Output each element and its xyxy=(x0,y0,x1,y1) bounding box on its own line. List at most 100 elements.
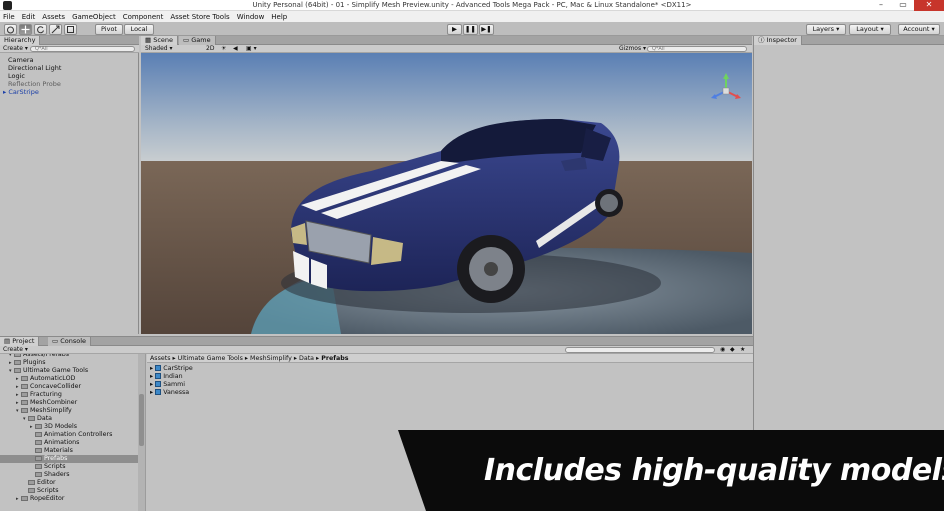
menu-edit[interactable]: Edit xyxy=(22,13,36,21)
tab-inspector[interactable]: ⓘ Inspector xyxy=(754,36,802,45)
folder-tree-item[interactable]: ▸ Plugins xyxy=(0,359,140,367)
minimize-button[interactable]: – xyxy=(870,0,892,11)
folder-tree-item[interactable]: Shaders xyxy=(0,471,140,479)
folder-tree-item[interactable]: ▸ AutomaticLOD xyxy=(0,375,140,383)
scene-icon: ▦ xyxy=(145,36,152,44)
console-icon: ▭ xyxy=(52,337,59,345)
audio-toggle-icon[interactable]: ◀ xyxy=(233,45,238,53)
file-item[interactable]: ▸ Sammi xyxy=(150,381,185,388)
project-create-dropdown[interactable]: Create ▾ xyxy=(3,346,28,354)
hierarchy-item-directional-light[interactable]: Directional Light xyxy=(8,64,61,72)
folder-tree-item[interactable]: Scripts xyxy=(0,463,140,471)
project-search-input[interactable] xyxy=(565,347,715,353)
rect-tool-icon xyxy=(67,26,74,33)
move-tool-button[interactable] xyxy=(19,24,32,35)
pivot-toggle[interactable]: Pivot xyxy=(95,24,123,35)
folder-tree-item[interactable]: ▸ RopeEditor xyxy=(0,495,140,503)
menu-gameobject[interactable]: GameObject xyxy=(72,13,116,21)
folder-icon xyxy=(21,400,28,405)
tab-scene[interactable]: ▦ Scene xyxy=(141,36,179,45)
tab-game[interactable]: ▭ Game xyxy=(179,36,216,45)
hierarchy-search-input[interactable]: Q*All xyxy=(30,46,135,52)
2d-toggle[interactable]: 2D xyxy=(206,45,214,53)
gizmos-dropdown[interactable]: Gizmos ▾ xyxy=(619,45,646,53)
folder-tree-item[interactable]: ▾ MeshSimplify xyxy=(0,407,140,415)
menu-window[interactable]: Window xyxy=(237,13,265,21)
maximize-button[interactable]: ▭ xyxy=(892,0,914,11)
scene-search-input[interactable]: Q*All xyxy=(647,46,747,52)
scene-panel: ▦ Scene ▭ Game Shaded ▾ 2D ☀ ◀ ▣ ▾ Gizmo… xyxy=(141,36,752,334)
step-button[interactable]: ▶❚ xyxy=(479,24,494,35)
lighting-toggle-icon[interactable]: ☀ xyxy=(221,45,226,53)
pause-button[interactable]: ❚❚ xyxy=(463,24,478,35)
shading-mode-label: Shaded xyxy=(145,45,168,52)
folder-tree-item[interactable]: ▸ MeshCombiner xyxy=(0,399,140,407)
folder-tree-item[interactable]: Scripts xyxy=(0,487,140,495)
folder-tree-item[interactable]: Editor xyxy=(0,479,140,487)
tab-console[interactable]: ▭ Console xyxy=(48,337,92,346)
breadcrumb-item[interactable]: Assets xyxy=(150,355,171,362)
breadcrumb-current[interactable]: Prefabs xyxy=(321,355,348,362)
hierarchy-item-carstripe[interactable]: ▸ CarStripe xyxy=(3,88,39,96)
menu-component[interactable]: Component xyxy=(123,13,164,21)
shading-mode-dropdown[interactable]: Shaded ▾ xyxy=(145,45,173,53)
menu-asset-store-tools[interactable]: Asset Store Tools xyxy=(170,13,229,21)
folder-tree-item[interactable]: ▸ Fracturing xyxy=(0,391,140,399)
folder-icon xyxy=(28,488,35,493)
favorite-icon[interactable]: ★ xyxy=(740,346,745,354)
breadcrumb-item[interactable]: Ultimate Game Tools xyxy=(178,355,243,362)
folder-icon xyxy=(28,416,35,421)
scrollbar-thumb[interactable] xyxy=(139,394,144,446)
file-item[interactable]: ▸ CarStripe xyxy=(150,365,193,372)
menu-help[interactable]: Help xyxy=(271,13,287,21)
scene-viewport[interactable] xyxy=(141,53,752,334)
rect-tool-button[interactable] xyxy=(64,24,77,35)
menu-file[interactable]: File xyxy=(3,13,15,21)
folder-tree-label: Editor xyxy=(37,479,56,486)
tab-project[interactable]: ▤ Project xyxy=(0,337,40,346)
folder-icon xyxy=(35,448,42,453)
rotate-tool-button[interactable] xyxy=(34,24,47,35)
hierarchy-item-reflection-probe[interactable]: Reflection Probe xyxy=(8,80,61,88)
filter-type-icon[interactable]: ◉ xyxy=(720,346,725,354)
layout-label: Layout xyxy=(856,25,879,33)
folder-tree-item[interactable]: ▾ Data xyxy=(0,415,140,423)
folder-icon xyxy=(21,376,28,381)
file-item[interactable]: ▸ Indian xyxy=(150,373,183,380)
folder-tree-label: Materials xyxy=(44,447,73,454)
folder-tree-item[interactable]: ▸ 3D Models xyxy=(0,423,140,431)
hand-tool-button[interactable] xyxy=(4,24,17,35)
folder-tree-item[interactable]: Animations xyxy=(0,439,140,447)
file-item-label: Sammi xyxy=(163,381,186,388)
folder-icon xyxy=(21,408,28,413)
folder-tree-label: Prefabs xyxy=(44,455,68,462)
close-button[interactable]: ✕ xyxy=(914,0,944,11)
expand-arrow-icon: ▸ xyxy=(150,389,154,396)
account-dropdown[interactable]: Account ▾ xyxy=(898,24,940,35)
play-button[interactable]: ▶ xyxy=(447,24,462,35)
layers-dropdown[interactable]: Layers ▾ xyxy=(806,24,846,35)
menu-assets[interactable]: Assets xyxy=(42,13,65,21)
filter-label-icon[interactable]: ◆ xyxy=(730,346,735,354)
hierarchy-create-dropdown[interactable]: Create ▾ xyxy=(3,45,28,53)
breadcrumb-item[interactable]: Data xyxy=(299,355,314,362)
folder-tree-label: Animations xyxy=(44,439,80,446)
folder-icon xyxy=(21,496,28,501)
tree-scrollbar[interactable] xyxy=(138,354,145,511)
layout-dropdown[interactable]: Layout ▾ xyxy=(849,24,891,35)
folder-tree-item[interactable]: Materials xyxy=(0,447,140,455)
folder-tree-item[interactable]: Animation Controllers xyxy=(0,431,140,439)
folder-icon xyxy=(14,368,21,373)
scale-tool-button[interactable] xyxy=(49,24,62,35)
hierarchy-item-logic[interactable]: Logic xyxy=(8,72,25,80)
local-toggle[interactable]: Local xyxy=(124,24,154,35)
effects-dropdown-icon[interactable]: ▣ ▾ xyxy=(246,45,257,53)
expand-arrow-icon: ▸ xyxy=(150,381,154,388)
file-item[interactable]: ▸ Vanessa xyxy=(150,389,189,396)
folder-tree-item[interactable]: ▸ ConcaveCollider xyxy=(0,383,140,391)
tab-hierarchy[interactable]: Hierarchy xyxy=(0,36,41,45)
hierarchy-item-camera[interactable]: Camera xyxy=(8,56,34,64)
folder-tree-item[interactable]: Prefabs xyxy=(0,455,140,463)
folder-tree-item[interactable]: ▾ Ultimate Game Tools xyxy=(0,367,140,375)
breadcrumb-item[interactable]: MeshSimplify xyxy=(250,355,292,362)
